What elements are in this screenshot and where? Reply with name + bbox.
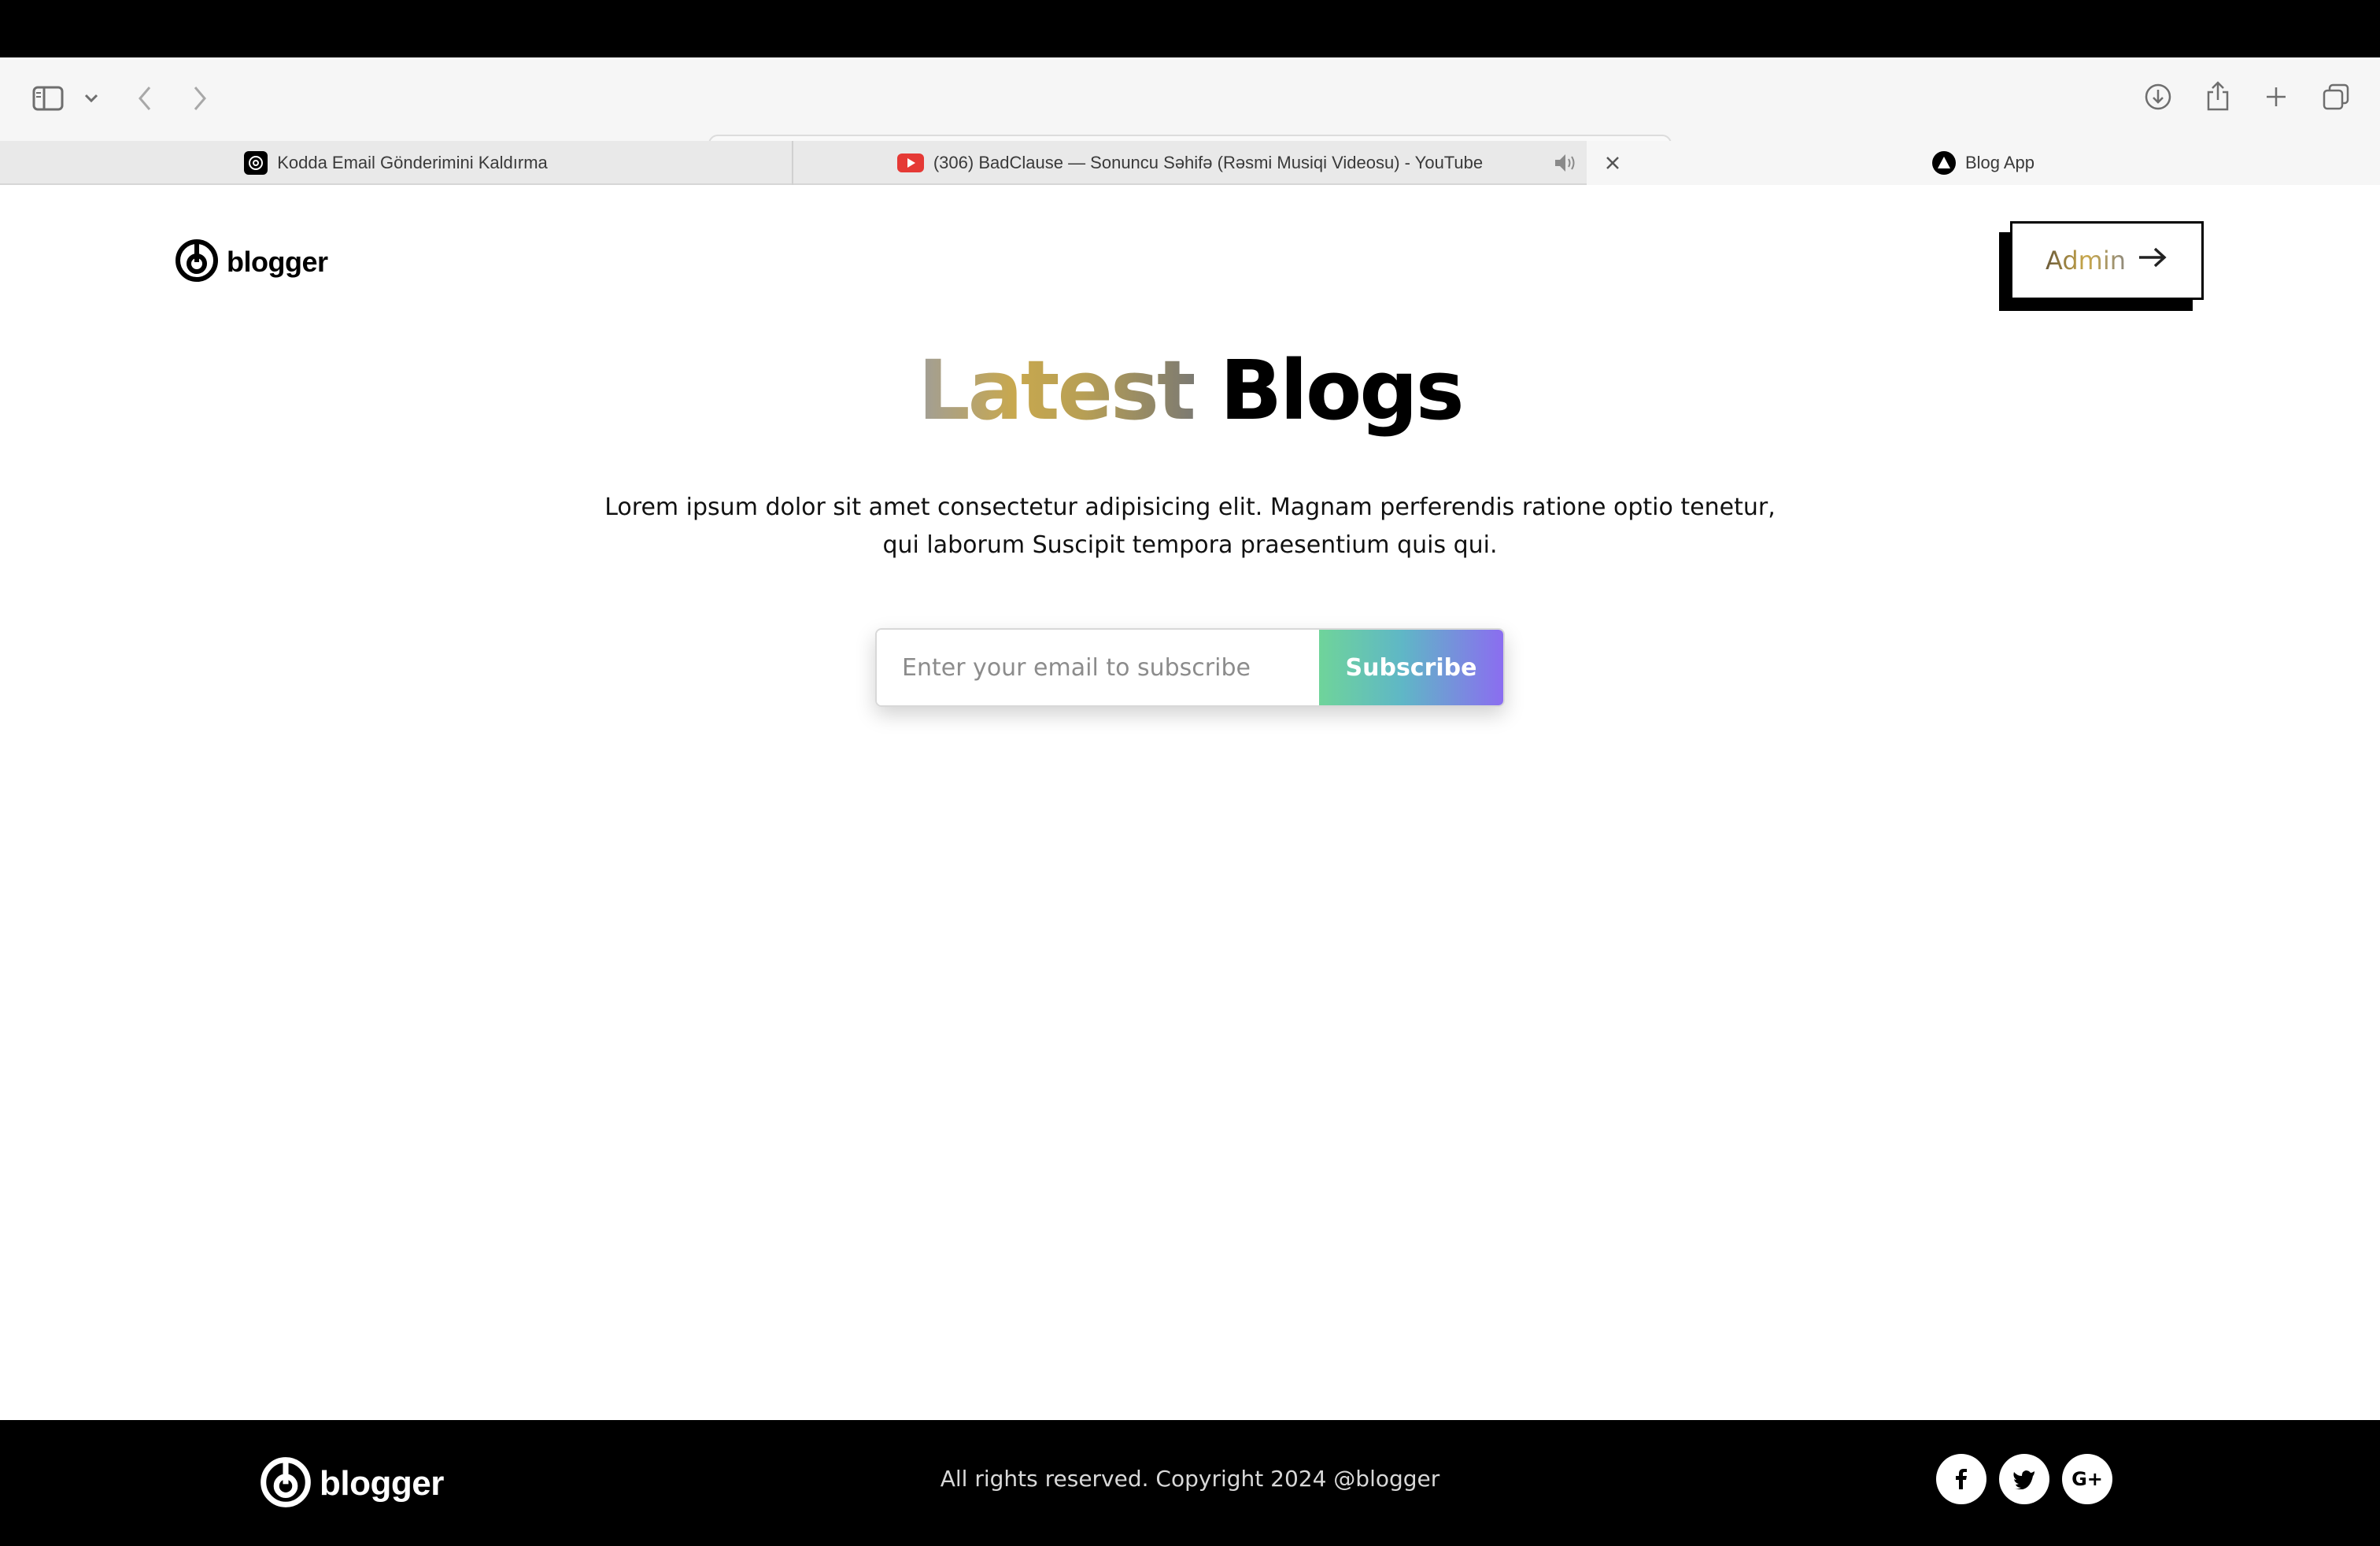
app-triangle-icon bbox=[1931, 151, 1956, 175]
tab-bar: Kodda Email Gönderimini Kaldırma (306) B… bbox=[0, 141, 2380, 185]
subscribe-form: Subscribe bbox=[875, 628, 1505, 707]
new-tab-icon[interactable] bbox=[2260, 81, 2292, 113]
subscribe-button[interactable]: Subscribe bbox=[1319, 630, 1503, 705]
blogger-logo-icon bbox=[175, 239, 219, 286]
header-logo[interactable]: blogger bbox=[175, 239, 328, 286]
back-icon[interactable] bbox=[132, 81, 157, 116]
forward-icon[interactable] bbox=[187, 81, 213, 116]
admin-button[interactable]: Admin bbox=[2010, 221, 2204, 300]
title-rest: Blogs bbox=[1219, 342, 1465, 438]
tab-youtube[interactable]: (306) BadClause — Sonuncu Səhifə (Rəsmi … bbox=[793, 141, 1587, 185]
system-menu-bar bbox=[0, 0, 2380, 57]
youtube-icon bbox=[896, 153, 924, 172]
google-plus-glyph: G+ bbox=[2071, 1468, 2103, 1490]
sidebar-toggle-icon[interactable] bbox=[30, 83, 66, 114]
chevron-down-icon[interactable] bbox=[82, 89, 101, 108]
browser-toolbar: localhost 文 bbox=[0, 57, 2380, 179]
admin-label: Admin bbox=[2046, 246, 2126, 276]
email-input[interactable] bbox=[877, 630, 1319, 705]
tab-blog-app[interactable]: Blog App bbox=[1587, 141, 2380, 185]
share-icon[interactable] bbox=[2202, 78, 2234, 114]
downloads-icon[interactable] bbox=[2142, 81, 2174, 113]
page-content: blogger Admin Latest Blogs Lorem ipsum d… bbox=[0, 185, 2380, 1420]
tab-title: Blog App bbox=[1964, 153, 2035, 172]
footer: blogger All rights reserved. Copyright 2… bbox=[0, 1420, 2380, 1546]
facebook-icon[interactable] bbox=[1936, 1454, 1986, 1504]
tab-kodda-email[interactable]: Kodda Email Gönderimini Kaldırma bbox=[0, 141, 792, 185]
admin-button-wrap: Admin bbox=[1999, 221, 2204, 316]
logo-text: blogger bbox=[227, 246, 328, 278]
page-title: Latest Blogs bbox=[0, 342, 2380, 438]
speaker-icon[interactable] bbox=[1554, 152, 1579, 179]
tab-title: (306) BadClause — Sonuncu Səhifə (Rəsmi … bbox=[933, 153, 1484, 172]
tab-overview-icon[interactable] bbox=[2320, 81, 2352, 113]
tab-title: Kodda Email Gönderimini Kaldırma bbox=[277, 153, 548, 172]
arrow-right-icon bbox=[2137, 246, 2168, 276]
hero-description: Lorem ipsum dolor sit amet consectetur a… bbox=[604, 494, 1776, 559]
twitter-icon[interactable] bbox=[1999, 1454, 2049, 1504]
close-icon[interactable] bbox=[1603, 153, 1622, 177]
openai-icon bbox=[244, 151, 268, 175]
title-highlight: Latest bbox=[918, 342, 1196, 438]
google-plus-icon[interactable]: G+ bbox=[2062, 1454, 2112, 1504]
